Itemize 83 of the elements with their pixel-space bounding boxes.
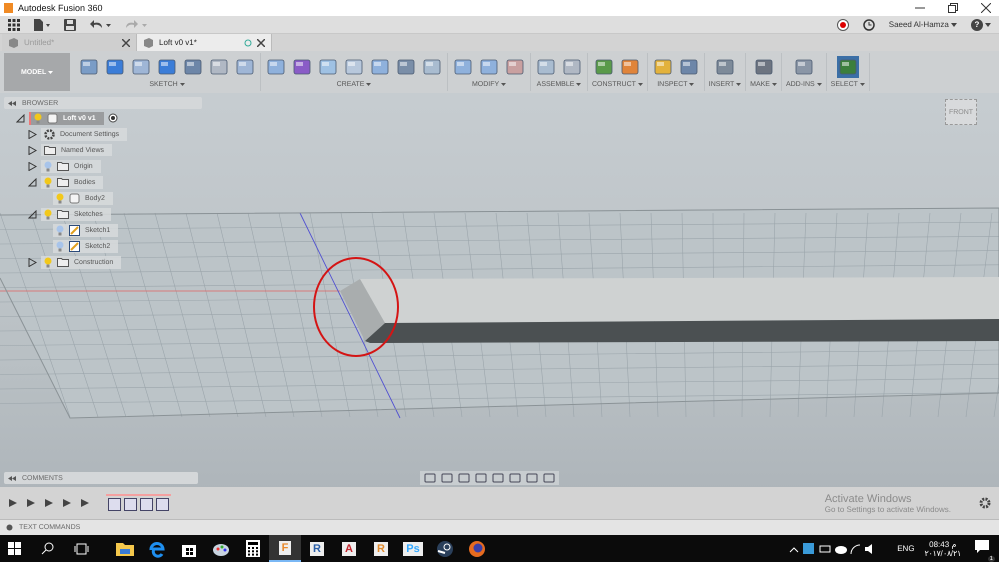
expand-toggle-icon[interactable]: [28, 178, 37, 186]
caret-icon: [736, 83, 742, 86]
activation-text: Go to Settings to activate Windows.: [824, 504, 951, 514]
caret-icon: [48, 70, 54, 74]
clock-date[interactable]: ٢٠١٧/٠٨/٢١: [924, 548, 961, 558]
round-logo-icon: [436, 540, 454, 558]
timeline-features[interactable]: [106, 494, 171, 512]
expand-toggle-icon[interactable]: [28, 162, 37, 170]
caret-icon: [576, 83, 582, 86]
navigation-tool-icon[interactable]: [542, 472, 556, 484]
app-logo-icon: [4, 3, 13, 13]
calculator-icon: [246, 540, 260, 557]
activation-title: Activate Windows: [824, 492, 913, 504]
caret-icon: [951, 23, 957, 27]
caret-icon: [180, 83, 185, 86]
close-icon[interactable]: [257, 38, 265, 46]
body-icon: [47, 112, 58, 124]
document-tab[interactable]: Loft v0 v1*: [137, 34, 272, 51]
close-icon[interactable]: [981, 3, 991, 13]
start-icon[interactable]: [8, 542, 21, 555]
folder-icon: [57, 177, 69, 187]
folder-icon: [116, 541, 134, 556]
clock-time[interactable]: 08:43 م: [929, 540, 956, 548]
activate-radio-icon[interactable]: [108, 113, 118, 123]
navigation-tool-icon[interactable]: [440, 472, 454, 484]
file-menu-icon[interactable]: [34, 18, 50, 30]
feature-icon[interactable]: [156, 498, 169, 510]
sketch-icon: [69, 240, 80, 252]
user-menu[interactable]: Saeed Al-Hamza: [888, 20, 957, 29]
collapse-icon[interactable]: [8, 100, 16, 106]
sketch-icon: [69, 224, 80, 236]
speech-bubble-icon: [975, 540, 989, 552]
expand-toggle-icon[interactable]: [28, 130, 37, 138]
apps-grid-icon[interactable]: [8, 18, 20, 30]
expand-toggle-icon[interactable]: [28, 210, 37, 218]
restore-icon[interactable]: [948, 3, 958, 13]
navigation-tool-icon[interactable]: [474, 472, 488, 484]
caret-icon: [501, 83, 506, 86]
undo-icon[interactable]: [90, 18, 112, 30]
gear-icon: [44, 128, 55, 140]
caret-icon: [772, 83, 777, 86]
caret-icon: [366, 83, 372, 86]
settings-icon[interactable]: [979, 497, 991, 509]
tool-icon[interactable]: [836, 56, 859, 78]
navigation-tool-icon[interactable]: [457, 472, 471, 484]
input-language[interactable]: ENG: [897, 544, 915, 553]
save-icon[interactable]: [64, 18, 76, 30]
navigation-tool-icon[interactable]: [423, 472, 437, 484]
expand-toggle-icon[interactable]: [28, 146, 37, 154]
window-title: Autodesk Fusion 360: [18, 3, 103, 13]
gear-icon[interactable]: [6, 524, 13, 531]
taskbar-app[interactable]: R: [301, 535, 333, 562]
caret-icon: [860, 83, 865, 86]
folder-icon: [57, 209, 69, 219]
cube-icon: [8, 37, 19, 48]
feature-icon[interactable]: [108, 498, 121, 510]
body-icon: [69, 192, 80, 204]
expand-toggle-icon[interactable]: [28, 258, 37, 266]
navigation-tool-icon[interactable]: [491, 472, 505, 484]
browser-e-icon: [148, 540, 166, 558]
cube-icon: [143, 37, 154, 48]
caret-icon: [638, 83, 643, 86]
folder-icon: [44, 145, 56, 155]
caret-icon[interactable]: [985, 22, 991, 26]
search-icon[interactable]: [41, 542, 54, 555]
folder-icon: [57, 161, 69, 171]
feature-icon[interactable]: [140, 498, 153, 510]
caret-icon: [689, 83, 694, 86]
caret-icon: [816, 83, 822, 86]
close-icon[interactable]: [122, 38, 130, 46]
feature-icon[interactable]: [124, 498, 137, 510]
expand-toggle-icon[interactable]: [16, 114, 25, 122]
navigation-tool-icon[interactable]: [525, 472, 539, 484]
folder-icon: [57, 257, 69, 267]
globe-icon: [468, 540, 486, 558]
collapse-icon[interactable]: [8, 476, 16, 480]
taskbar-app[interactable]: A: [333, 535, 365, 562]
navigation-tool-icon[interactable]: [508, 472, 522, 484]
task-view-icon[interactable]: [74, 542, 89, 554]
record-icon[interactable]: [836, 18, 849, 30]
status-circle-icon: [244, 38, 252, 46]
clock-icon[interactable]: [862, 18, 875, 30]
help-button[interactable]: ?: [971, 18, 983, 30]
